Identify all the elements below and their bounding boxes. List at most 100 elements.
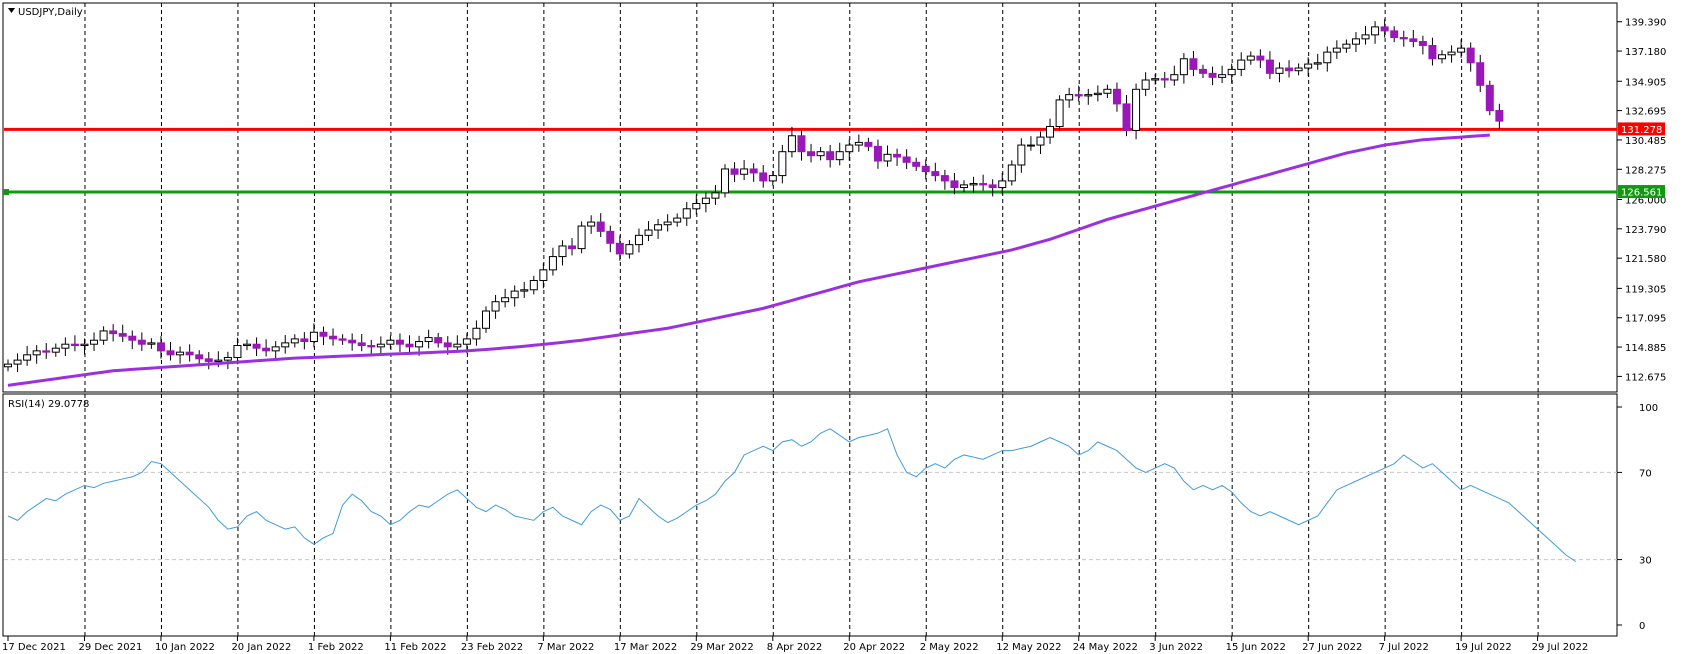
time-axis-label: 2 May 2022: [920, 642, 979, 653]
bull-candle: [1237, 59, 1246, 70]
bull-candle: [453, 343, 462, 348]
time-axis-label: 7 Mar 2022: [537, 642, 594, 653]
bear-candle: [434, 337, 443, 344]
bear-candle: [873, 145, 882, 162]
bear-candle: [443, 342, 452, 348]
bull-candle: [80, 343, 89, 347]
price-axis-label: 137.180: [1625, 47, 1666, 58]
bull-candle: [845, 144, 854, 153]
bull-candle: [548, 256, 557, 271]
bear-candle: [1485, 84, 1494, 112]
bear-candle: [1112, 88, 1121, 105]
time-axis-label: 29 Dec 2021: [78, 642, 142, 653]
bull-candle: [1294, 67, 1303, 72]
bear-candle: [921, 165, 930, 173]
bear-candle: [185, 351, 194, 356]
bull-candle: [520, 289, 529, 292]
time-axis-label: 11 Feb 2022: [384, 642, 446, 653]
price-axis-label: 128.275: [1625, 165, 1666, 176]
bull-candle: [721, 168, 729, 194]
bull-candle: [61, 343, 70, 349]
time-axis-label: 27 Jun 2022: [1302, 642, 1362, 653]
bull-candle: [1046, 125, 1055, 138]
bear-candle: [979, 183, 988, 186]
bull-candle: [1246, 55, 1255, 61]
bull-candle: [740, 168, 749, 175]
price-axis-label: 139.390: [1625, 18, 1666, 29]
bull-candle: [960, 184, 968, 189]
rsi-axis-label: 0: [1639, 621, 1645, 632]
bull-candle: [1007, 164, 1016, 182]
level-price-label: 126.561: [1621, 188, 1662, 199]
bull-candle: [1275, 67, 1284, 74]
bull-candle: [969, 183, 978, 186]
bull-candle: [1026, 144, 1035, 147]
bear-candle: [300, 338, 309, 343]
bull-candle: [711, 192, 720, 199]
bear-candle: [329, 335, 338, 340]
rsi-axis-label: 100: [1639, 403, 1658, 414]
bull-candle: [376, 343, 385, 348]
bull-candle: [462, 338, 471, 345]
bear-candle: [1122, 103, 1131, 131]
price-panel-title: USDJPY,Daily: [18, 7, 83, 18]
bear-candle: [940, 175, 949, 182]
bear-candle: [1466, 47, 1475, 64]
bear-candle: [912, 161, 921, 167]
rsi-panel-frame: [2, 393, 1618, 637]
bear-candle: [893, 153, 902, 158]
bull-candle: [644, 229, 653, 236]
bull-candle: [1179, 58, 1188, 76]
bull-candle: [1065, 94, 1074, 101]
time-axis-label: 12 May 2022: [996, 642, 1061, 653]
bull-candle: [13, 359, 22, 365]
time-axis-label: 3 Jun 2022: [1149, 642, 1203, 653]
level-anchor-handle[interactable]: [3, 189, 9, 196]
bear-candle: [1428, 44, 1437, 60]
bull-candle: [424, 337, 433, 343]
bull-candle: [482, 310, 490, 329]
bull-candle: [386, 339, 395, 345]
bear-candle: [615, 242, 624, 255]
bull-candle: [682, 208, 691, 219]
time-axis-label: 1 Feb 2022: [308, 642, 364, 653]
price-axis-label: 123.790: [1625, 225, 1666, 236]
bear-candle: [596, 221, 605, 232]
bear-candle: [319, 331, 328, 337]
bull-candle: [883, 153, 892, 162]
bear-candle: [1390, 30, 1399, 39]
bull-candle: [99, 330, 108, 341]
time-axis-label: 20 Jan 2022: [231, 642, 291, 653]
bull-candle: [1170, 74, 1179, 81]
bull-candle: [415, 341, 424, 348]
bear-candle: [568, 245, 577, 250]
bull-candle: [854, 141, 863, 146]
bear-candle: [1199, 68, 1207, 74]
bull-candle: [701, 197, 710, 204]
bear-candle: [749, 168, 758, 174]
time-axis-label: 7 Jul 2022: [1379, 642, 1429, 653]
bear-candle: [1409, 38, 1418, 43]
bull-candle: [491, 301, 500, 312]
bear-candle: [166, 350, 175, 356]
bull-candle: [147, 342, 156, 345]
bull-candle: [998, 180, 1007, 189]
bull-candle: [539, 269, 548, 281]
bull-candle: [510, 290, 519, 299]
bear-candle: [367, 345, 376, 348]
bear-candle: [950, 180, 959, 189]
rsi-axis-label: 70: [1639, 468, 1652, 479]
bull-candle: [472, 327, 481, 340]
bear-candle: [1189, 58, 1198, 70]
bull-candle: [587, 221, 596, 227]
bull-candle: [51, 347, 60, 353]
bull-candle: [787, 135, 796, 153]
bear-candle: [797, 135, 806, 153]
price-panel-frame: [2, 2, 1618, 393]
bull-candle: [1151, 78, 1160, 81]
bull-candle: [1227, 68, 1236, 76]
bull-candle: [1371, 26, 1380, 36]
bear-candle: [1256, 55, 1265, 61]
time-axis-label: 23 Feb 2022: [461, 642, 523, 653]
bull-candle: [654, 224, 663, 231]
